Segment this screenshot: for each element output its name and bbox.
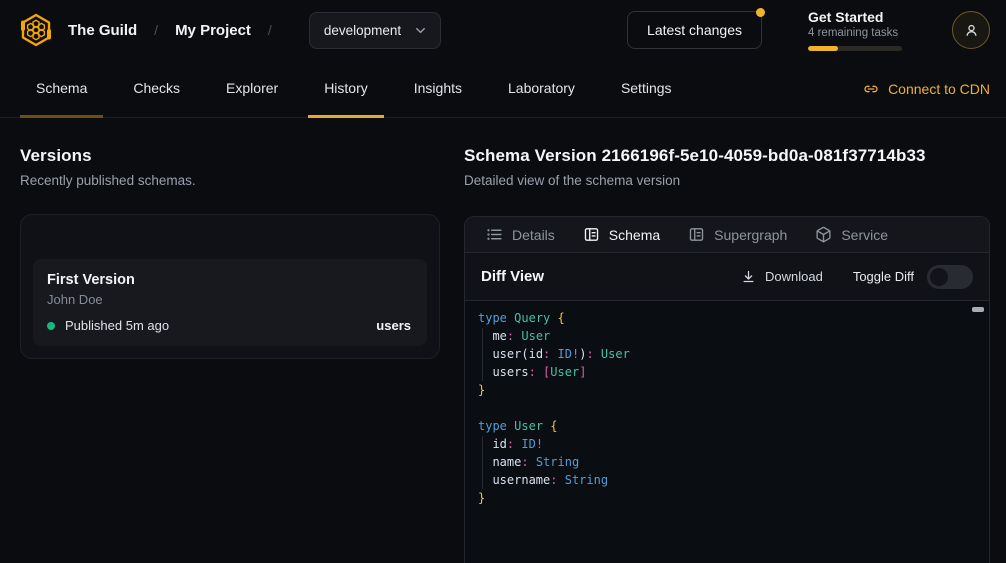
list-icon (486, 226, 503, 243)
diff-view-title: Diff View (481, 268, 544, 285)
tab-schema[interactable]: Schema (570, 217, 673, 252)
latest-changes-button[interactable]: Latest changes (627, 11, 762, 49)
nav-tab-schema[interactable]: Schema (20, 60, 103, 118)
code-line: type Query { (478, 309, 965, 327)
indent-guide (482, 328, 483, 381)
environment-dropdown[interactable]: development (309, 12, 441, 49)
published-status-dot (47, 322, 55, 330)
tab-service[interactable]: Service (802, 217, 901, 252)
nav-tab-settings[interactable]: Settings (605, 60, 688, 118)
schema-version-subtitle: Detailed view of the schema version (464, 173, 990, 188)
cube-icon (815, 226, 832, 243)
code-line: username: String (478, 471, 965, 489)
hive-logo-icon[interactable] (16, 10, 56, 50)
nav-tabs: Schema Checks Explorer History Insights … (20, 60, 688, 117)
get-started-progress-track (808, 46, 902, 51)
tab-supergraph[interactable]: Supergraph (675, 217, 800, 252)
toggle-diff-group: Toggle Diff (853, 265, 973, 289)
toggle-diff-label: Toggle Diff (853, 269, 914, 284)
user-avatar[interactable] (952, 11, 990, 49)
breadcrumb-project[interactable]: My Project (175, 22, 251, 39)
get-started-subtitle: 4 remaining tasks (808, 27, 906, 39)
vertical-scrollbar-thumb[interactable] (972, 307, 984, 312)
connect-to-cdn-label: Connect to CDN (888, 81, 990, 97)
schema-code-viewer: type Query { me: User user(id: ID!): Use… (465, 300, 989, 563)
columns-icon (688, 226, 705, 243)
detail-tabs: Details Schema Supergraph (465, 217, 989, 253)
tab-details-label: Details (512, 227, 555, 243)
indent-guide (482, 436, 483, 489)
get-started-progress-fill (808, 46, 838, 51)
link-icon (863, 81, 879, 97)
breadcrumb-separator: / (154, 22, 158, 38)
tab-supergraph-label: Supergraph (714, 227, 787, 243)
version-name: First Version (47, 272, 411, 288)
version-author: John Doe (47, 292, 411, 307)
columns-icon (583, 226, 600, 243)
code-block: type Query { me: User user(id: ID!): Use… (478, 309, 965, 507)
diff-view-actions: Download Toggle Diff (741, 265, 973, 289)
nav-tab-checks[interactable]: Checks (117, 60, 196, 118)
code-line: } (478, 381, 965, 399)
target-nav: Schema Checks Explorer History Insights … (0, 60, 1006, 118)
toggle-knob (930, 268, 948, 286)
breadcrumb-org[interactable]: The Guild (68, 22, 137, 39)
version-meta-row: Published 5m ago users (47, 318, 411, 333)
code-line: } (478, 489, 965, 507)
download-label: Download (765, 269, 823, 284)
latest-changes-label: Latest changes (647, 22, 742, 38)
get-started-title: Get Started (808, 9, 906, 25)
app-header: The Guild / My Project / development Lat… (0, 0, 1006, 60)
header-right: Latest changes Get Started 4 remaining t… (627, 9, 990, 51)
code-line: name: String (478, 453, 965, 471)
tab-service-label: Service (841, 227, 888, 243)
version-service-badge: users (376, 318, 411, 333)
main-content: Versions Recently published schemas. Fir… (0, 118, 1006, 563)
toggle-diff-switch[interactable] (927, 265, 973, 289)
versions-panel: Versions Recently published schemas. Fir… (0, 118, 464, 563)
code-line: users: [User] (478, 363, 965, 381)
get-started-widget[interactable]: Get Started 4 remaining tasks (808, 9, 906, 51)
nav-tab-history[interactable]: History (308, 60, 384, 118)
nav-tab-insights[interactable]: Insights (398, 60, 478, 118)
versions-title: Versions (20, 146, 440, 166)
user-icon (962, 21, 981, 40)
breadcrumb-separator: / (268, 22, 272, 38)
breadcrumb: The Guild / My Project / development (16, 10, 441, 50)
diff-view-header: Diff View Download Toggle Diff (465, 253, 989, 300)
version-status: Published 5m ago (65, 318, 169, 333)
schema-version-panel: Schema Version 2166196f-5e10-4059-bd0a-0… (464, 118, 1006, 563)
versions-list: First Version John Doe Published 5m ago … (20, 214, 440, 359)
download-button[interactable]: Download (741, 269, 823, 284)
schema-detail-card: Details Schema Supergraph (464, 216, 990, 563)
tab-details[interactable]: Details (473, 217, 568, 252)
nav-tab-explorer[interactable]: Explorer (210, 60, 294, 118)
code-line: id: ID! (478, 435, 965, 453)
code-line (478, 399, 965, 417)
notification-dot (756, 8, 765, 17)
code-line: user(id: ID!): User (478, 345, 965, 363)
nav-tab-laboratory[interactable]: Laboratory (492, 60, 591, 118)
chevron-down-icon (413, 23, 428, 38)
version-list-item[interactable]: First Version John Doe Published 5m ago … (33, 259, 427, 346)
download-icon (741, 269, 756, 284)
versions-subtitle: Recently published schemas. (20, 173, 440, 188)
connect-to-cdn-link[interactable]: Connect to CDN (863, 60, 990, 117)
environment-dropdown-value: development (324, 23, 401, 38)
tab-schema-label: Schema (609, 227, 660, 243)
code-line: type User { (478, 417, 965, 435)
schema-version-title: Schema Version 2166196f-5e10-4059-bd0a-0… (464, 146, 990, 166)
code-line: me: User (478, 327, 965, 345)
